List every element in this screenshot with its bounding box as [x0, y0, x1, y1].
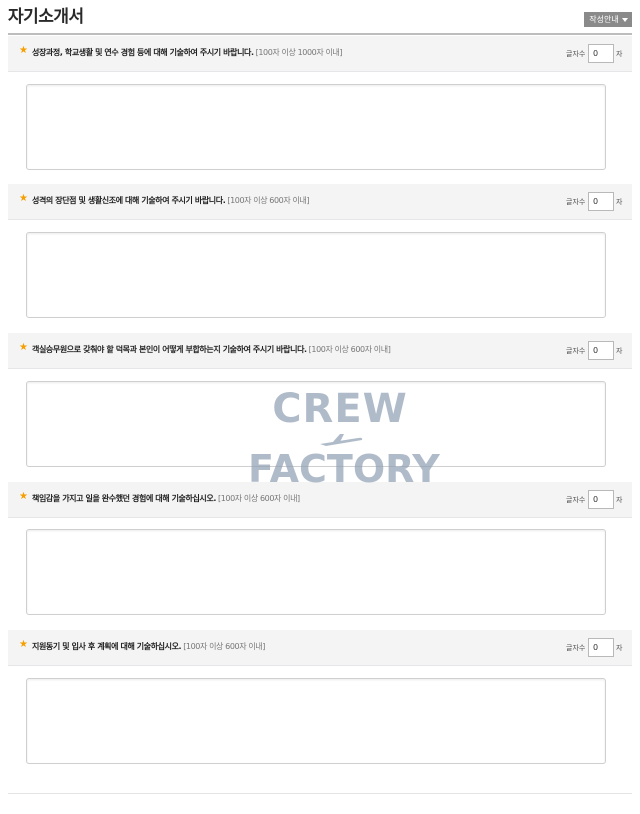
star-icon: ★: [19, 193, 28, 204]
writing-guide-button[interactable]: 작성안내: [584, 12, 632, 27]
question-header-3: ★ 객실승무원으로 갖춰야 할 덕목과 본인이 어떻게 부합하는지 기술하여 주…: [8, 333, 632, 369]
star-icon: ★: [19, 45, 28, 56]
question-text: 지원동기 및 입사 후 계획에 대해 기술하십시오.: [32, 642, 182, 651]
star-icon: ★: [19, 342, 28, 353]
question-limit: [100자 이상 600자 이내]: [227, 196, 310, 205]
question-header-5: ★ 지원동기 및 입사 후 계획에 대해 기술하십시오. [100자 이상 600…: [8, 630, 632, 666]
question-text: 책임감을 가지고 일을 완수했던 경험에 대해 기술하십시오.: [32, 494, 216, 503]
char-count-unit: 자: [616, 198, 623, 206]
answer-textarea-5[interactable]: [26, 678, 606, 764]
char-count-field: 0: [588, 192, 614, 211]
question-prompt: 성격의 장단점 및 생활신조에 대해 기술하여 주시기 바랍니다. [100자 이…: [32, 195, 310, 206]
question-limit: [100자 이상 600자 이내]: [218, 494, 300, 503]
question-header-2: ★ 성격의 장단점 및 생활신조에 대해 기술하여 주시기 바랍니다. [100자…: [8, 184, 632, 220]
char-count-field: 0: [588, 341, 614, 360]
question-limit: [100자 이상 600자 이내]: [308, 345, 391, 354]
char-count-label: 글자수: [566, 347, 586, 355]
char-count-label: 글자수: [566, 496, 586, 504]
char-count-field: 0: [588, 490, 614, 509]
question-header-4: ★ 책임감을 가지고 일을 완수했던 경험에 대해 기술하십시오. [100자 이…: [8, 482, 632, 518]
char-count-unit: 자: [616, 50, 623, 58]
char-count-field: 0: [588, 638, 614, 657]
star-icon: ★: [19, 639, 28, 650]
question-limit: [100자 이상 600자 이내]: [183, 642, 265, 651]
char-count-field: 0: [588, 44, 614, 63]
char-count-label: 글자수: [566, 644, 586, 652]
char-count-label: 글자수: [566, 198, 586, 206]
question-text: 성장과정, 학교생활 및 연수 경험 등에 대해 기술하여 주시기 바랍니다.: [32, 48, 254, 57]
question-text: 객실승무원으로 갖춰야 할 덕목과 본인이 어떻게 부합하는지 기술하여 주시기…: [32, 345, 307, 354]
answer-textarea-2[interactable]: [26, 232, 606, 318]
question-limit: [100자 이상 1000자 이내]: [255, 48, 343, 57]
answer-textarea-1[interactable]: [26, 84, 606, 170]
caret-down-icon: [622, 18, 628, 22]
question-header-1: ★ 성장과정, 학교생활 및 연수 경험 등에 대해 기술하여 주시기 바랍니다…: [8, 36, 632, 72]
star-icon: ★: [19, 491, 28, 502]
question-prompt: 지원동기 및 입사 후 계획에 대해 기술하십시오. [100자 이상 600자 …: [32, 641, 265, 652]
writing-guide-label: 작성안내: [589, 15, 619, 24]
self-introduction-page: 자기소개서 작성안내 ★ 성장과정, 학교생활 및 연수 경험 등에 대해 기술…: [0, 0, 640, 814]
question-text: 성격의 장단점 및 생활신조에 대해 기술하여 주시기 바랍니다.: [32, 196, 226, 205]
question-prompt: 성장과정, 학교생활 및 연수 경험 등에 대해 기술하여 주시기 바랍니다.[…: [32, 47, 342, 58]
char-count-unit: 자: [616, 644, 623, 652]
answer-textarea-4[interactable]: [26, 529, 606, 615]
top-divider: [8, 33, 632, 35]
bottom-divider: [8, 793, 632, 794]
page-title: 자기소개서: [8, 7, 84, 27]
char-count-label: 글자수: [566, 50, 586, 58]
question-prompt: 책임감을 가지고 일을 완수했던 경험에 대해 기술하십시오. [100자 이상 …: [32, 493, 300, 504]
question-prompt: 객실승무원으로 갖춰야 할 덕목과 본인이 어떻게 부합하는지 기술하여 주시기…: [32, 344, 391, 355]
char-count-unit: 자: [616, 496, 623, 504]
answer-textarea-3[interactable]: [26, 381, 606, 467]
char-count-unit: 자: [616, 347, 623, 355]
